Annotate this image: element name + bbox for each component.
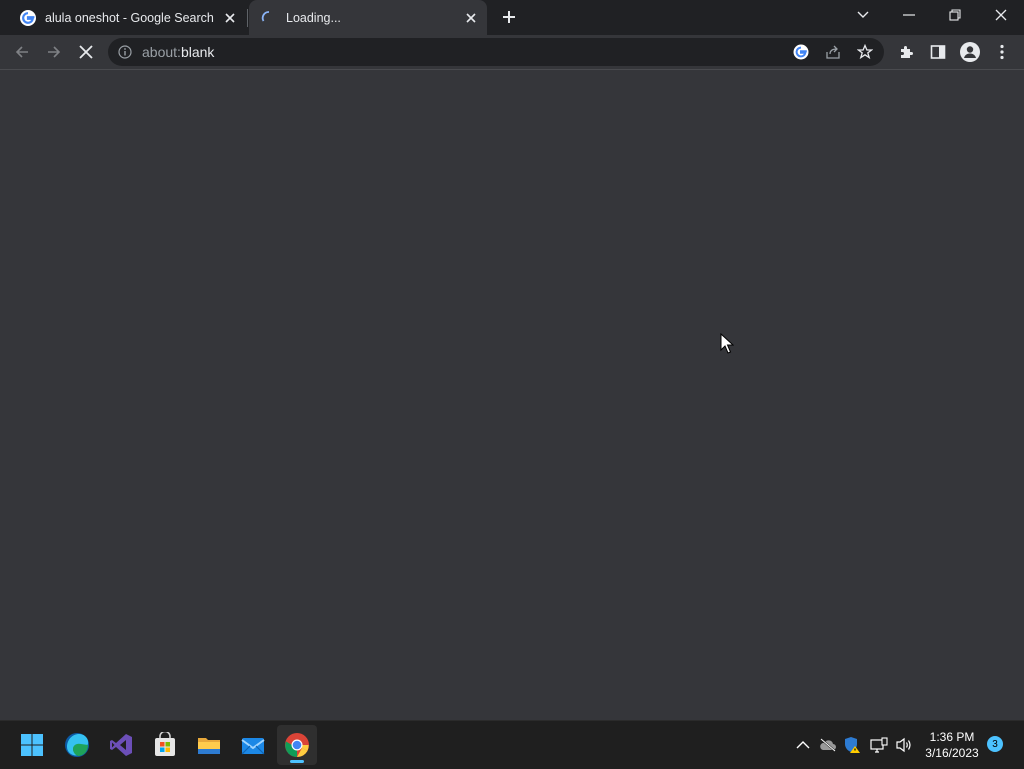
tab-strip: alula oneshot - Google Search Loading... — [0, 0, 1024, 35]
mouse-cursor-icon — [720, 332, 735, 360]
forward-arrow-icon[interactable] — [40, 38, 68, 66]
system-clock[interactable]: 1:36 PM 3/16/2023 — [922, 729, 982, 761]
tab-title: alula oneshot - Google Search — [45, 10, 214, 25]
defender-icon[interactable] — [842, 735, 862, 755]
chrome-icon[interactable] — [277, 725, 317, 765]
tab-loading[interactable]: Loading... — [249, 0, 487, 35]
stop-icon[interactable] — [72, 38, 100, 66]
address-bar[interactable]: about:blank — [108, 38, 884, 66]
taskbar: 1:36 PM 3/16/2023 — [0, 720, 1024, 769]
browser-toolbar: about:blank — [0, 35, 1024, 70]
tab-title: Loading... — [286, 10, 341, 25]
loading-spinner-icon — [261, 10, 277, 26]
google-icon — [20, 9, 36, 26]
volume-icon[interactable] — [894, 735, 914, 755]
windows-start-icon[interactable] — [12, 725, 52, 765]
page-content[interactable] — [0, 70, 1024, 720]
plus-icon[interactable] — [498, 6, 520, 28]
tab-separator — [247, 9, 248, 27]
store-icon[interactable] — [145, 725, 185, 765]
tab-search-icon[interactable] — [840, 0, 886, 30]
share-icon[interactable] — [823, 42, 843, 62]
restore-icon[interactable] — [932, 0, 978, 30]
tab-close-icon[interactable] — [220, 8, 240, 28]
extensions-icon[interactable] — [892, 38, 920, 66]
clock-date: 3/16/2023 — [925, 746, 979, 760]
bookmark-star-icon[interactable] — [855, 42, 875, 62]
onedrive-icon[interactable] — [818, 735, 838, 755]
tab-google-search[interactable]: alula oneshot - Google Search — [8, 0, 246, 35]
google-lens-icon[interactable] — [791, 42, 811, 62]
side-panel-icon[interactable] — [924, 38, 952, 66]
file-explorer-icon[interactable] — [189, 725, 229, 765]
clock-time: 1:36 PM — [929, 730, 975, 744]
mail-icon[interactable] — [233, 725, 273, 765]
site-info-icon[interactable] — [118, 45, 132, 59]
network-icon[interactable] — [869, 735, 889, 755]
notification-badge[interactable]: 3 — [987, 736, 1003, 752]
url-text[interactable]: about:blank — [142, 44, 214, 60]
tab-close-icon[interactable] — [461, 8, 481, 28]
menu-icon[interactable] — [988, 38, 1016, 66]
visual-studio-icon[interactable] — [101, 725, 141, 765]
profile-icon[interactable] — [956, 38, 984, 66]
url-host: blank — [180, 44, 215, 60]
back-arrow-icon[interactable] — [8, 38, 36, 66]
edge-icon[interactable] — [57, 725, 97, 765]
chevron-up-icon[interactable] — [793, 735, 813, 755]
active-app-indicator — [290, 760, 304, 763]
close-icon[interactable] — [978, 0, 1024, 30]
minimize-icon[interactable] — [886, 0, 932, 30]
url-scheme: about: — [142, 44, 181, 60]
